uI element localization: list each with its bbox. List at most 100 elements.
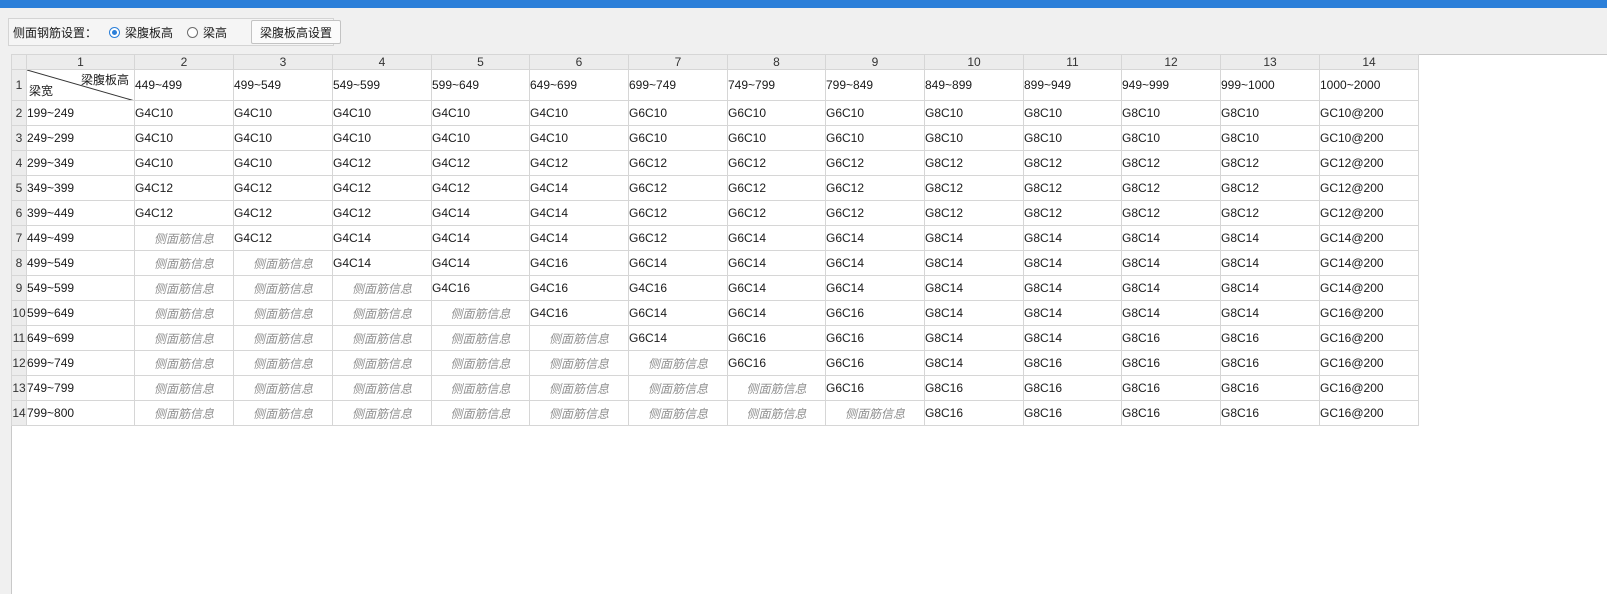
rebar-placeholder-cell[interactable]: 侧面筋信息 bbox=[233, 250, 333, 276]
rebar-spec-cell[interactable]: G6C14 bbox=[628, 250, 728, 276]
column-header[interactable]: 9 bbox=[825, 54, 925, 70]
rebar-spec-cell[interactable]: GC14@200 bbox=[1319, 225, 1419, 251]
rebar-spec-cell[interactable]: G8C14 bbox=[924, 325, 1024, 351]
rebar-placeholder-cell[interactable]: 侧面筋信息 bbox=[134, 225, 234, 251]
column-header[interactable]: 14 bbox=[1319, 54, 1419, 70]
rebar-spec-cell[interactable]: G8C10 bbox=[1023, 125, 1122, 151]
rebar-spec-cell[interactable]: G8C12 bbox=[1121, 200, 1221, 226]
height-range-cell[interactable]: 649~699 bbox=[529, 69, 629, 101]
row-header[interactable]: 9 bbox=[11, 275, 27, 301]
rebar-spec-cell[interactable]: GC12@200 bbox=[1319, 175, 1419, 201]
rebar-spec-cell[interactable]: G4C12 bbox=[233, 175, 333, 201]
rebar-spec-cell[interactable]: G6C12 bbox=[628, 225, 728, 251]
rebar-spec-cell[interactable]: G8C10 bbox=[924, 100, 1024, 126]
row-header[interactable]: 11 bbox=[11, 325, 27, 351]
rebar-spec-cell[interactable]: G6C10 bbox=[727, 125, 826, 151]
rebar-spec-cell[interactable]: G4C12 bbox=[529, 150, 629, 176]
rebar-spec-cell[interactable]: G4C10 bbox=[431, 125, 530, 151]
rebar-spec-cell[interactable]: G4C12 bbox=[431, 150, 530, 176]
height-range-cell[interactable]: 949~999 bbox=[1121, 69, 1221, 101]
width-range-cell[interactable]: 299~349 bbox=[26, 150, 135, 176]
rebar-placeholder-cell[interactable]: 侧面筋信息 bbox=[825, 400, 925, 426]
rebar-spec-cell[interactable]: G6C12 bbox=[727, 150, 826, 176]
rebar-spec-cell[interactable]: G6C14 bbox=[825, 275, 925, 301]
rebar-placeholder-cell[interactable]: 侧面筋信息 bbox=[233, 275, 333, 301]
rebar-spec-cell[interactable]: GC14@200 bbox=[1319, 275, 1419, 301]
width-range-cell[interactable]: 399~449 bbox=[26, 200, 135, 226]
rebar-spec-cell[interactable]: GC10@200 bbox=[1319, 125, 1419, 151]
height-range-cell[interactable]: 999~1000 bbox=[1220, 69, 1320, 101]
rebar-spec-cell[interactable]: G6C12 bbox=[825, 200, 925, 226]
column-header[interactable]: 8 bbox=[727, 54, 826, 70]
rebar-spec-cell[interactable]: GC10@200 bbox=[1319, 100, 1419, 126]
rebar-spec-cell[interactable]: GC16@200 bbox=[1319, 375, 1419, 401]
row-header[interactable]: 8 bbox=[11, 250, 27, 276]
rebar-spec-cell[interactable]: G4C14 bbox=[431, 250, 530, 276]
rebar-spec-cell[interactable]: G8C16 bbox=[1220, 325, 1320, 351]
row-header[interactable]: 3 bbox=[11, 125, 27, 151]
rebar-spec-cell[interactable]: G8C14 bbox=[1023, 300, 1122, 326]
rebar-spec-cell[interactable]: G4C12 bbox=[332, 150, 432, 176]
rebar-spec-cell[interactable]: G4C12 bbox=[431, 175, 530, 201]
row-header[interactable]: 7 bbox=[11, 225, 27, 251]
rebar-spec-cell[interactable]: G8C12 bbox=[924, 175, 1024, 201]
rebar-spec-cell[interactable]: G4C12 bbox=[134, 200, 234, 226]
rebar-spec-cell[interactable]: GC14@200 bbox=[1319, 250, 1419, 276]
rebar-spec-cell[interactable]: G6C12 bbox=[727, 200, 826, 226]
width-range-cell[interactable]: 699~749 bbox=[26, 350, 135, 376]
rebar-spec-cell[interactable]: G6C12 bbox=[825, 150, 925, 176]
rebar-spec-cell[interactable]: G8C12 bbox=[924, 150, 1024, 176]
rebar-placeholder-cell[interactable]: 侧面筋信息 bbox=[332, 350, 432, 376]
rebar-placeholder-cell[interactable]: 侧面筋信息 bbox=[332, 325, 432, 351]
row-header[interactable]: 1 bbox=[11, 69, 27, 101]
height-range-cell[interactable]: 1000~2000 bbox=[1319, 69, 1419, 101]
rebar-spec-cell[interactable]: G6C10 bbox=[825, 125, 925, 151]
rebar-placeholder-cell[interactable]: 侧面筋信息 bbox=[233, 375, 333, 401]
height-range-cell[interactable]: 499~549 bbox=[233, 69, 333, 101]
rebar-placeholder-cell[interactable]: 侧面筋信息 bbox=[727, 375, 826, 401]
rebar-spec-cell[interactable]: G8C14 bbox=[1121, 275, 1221, 301]
row-header[interactable]: 14 bbox=[11, 400, 27, 426]
rebar-spec-cell[interactable]: G4C16 bbox=[628, 275, 728, 301]
rebar-placeholder-cell[interactable]: 侧面筋信息 bbox=[628, 350, 728, 376]
rebar-spec-cell[interactable]: G8C14 bbox=[1023, 250, 1122, 276]
rebar-spec-cell[interactable]: G6C12 bbox=[727, 175, 826, 201]
rebar-spec-cell[interactable]: G4C10 bbox=[431, 100, 530, 126]
rebar-spec-cell[interactable]: G6C16 bbox=[825, 375, 925, 401]
rebar-spec-cell[interactable]: G4C10 bbox=[529, 125, 629, 151]
rebar-placeholder-cell[interactable]: 侧面筋信息 bbox=[233, 325, 333, 351]
rebar-placeholder-cell[interactable]: 侧面筋信息 bbox=[134, 275, 234, 301]
rebar-spec-cell[interactable]: G6C12 bbox=[628, 175, 728, 201]
rebar-spec-cell[interactable]: G4C14 bbox=[431, 200, 530, 226]
rebar-spec-cell[interactable]: G4C10 bbox=[332, 125, 432, 151]
height-range-cell[interactable]: 549~599 bbox=[332, 69, 432, 101]
rebar-spec-cell[interactable]: G6C14 bbox=[727, 300, 826, 326]
rebar-spec-cell[interactable]: G8C12 bbox=[1023, 150, 1122, 176]
rebar-spec-cell[interactable]: G4C16 bbox=[431, 275, 530, 301]
rebar-spec-cell[interactable]: GC16@200 bbox=[1319, 400, 1419, 426]
rebar-placeholder-cell[interactable]: 侧面筋信息 bbox=[332, 375, 432, 401]
rebar-placeholder-cell[interactable]: 侧面筋信息 bbox=[134, 400, 234, 426]
column-header[interactable]: 7 bbox=[628, 54, 728, 70]
rebar-spec-cell[interactable]: G8C10 bbox=[1023, 100, 1122, 126]
rebar-spec-cell[interactable]: G6C16 bbox=[825, 300, 925, 326]
rebar-spec-cell[interactable]: G8C14 bbox=[1121, 250, 1221, 276]
rebar-spec-cell[interactable]: G8C12 bbox=[1023, 175, 1122, 201]
rebar-spec-cell[interactable]: G8C14 bbox=[1220, 300, 1320, 326]
row-header[interactable]: 4 bbox=[11, 150, 27, 176]
rebar-spec-cell[interactable]: G8C10 bbox=[924, 125, 1024, 151]
width-range-cell[interactable]: 249~299 bbox=[26, 125, 135, 151]
rebar-spec-cell[interactable]: G4C10 bbox=[134, 125, 234, 151]
rebar-spec-cell[interactable]: G8C16 bbox=[1023, 350, 1122, 376]
row-header[interactable]: 13 bbox=[11, 375, 27, 401]
height-range-cell[interactable]: 749~799 bbox=[727, 69, 826, 101]
row-header[interactable]: 2 bbox=[11, 100, 27, 126]
row-header[interactable]: 10 bbox=[11, 300, 27, 326]
rebar-placeholder-cell[interactable]: 侧面筋信息 bbox=[134, 300, 234, 326]
height-range-cell[interactable]: 799~849 bbox=[825, 69, 925, 101]
rebar-spec-cell[interactable]: G8C14 bbox=[924, 350, 1024, 376]
rebar-placeholder-cell[interactable]: 侧面筋信息 bbox=[233, 400, 333, 426]
column-header[interactable]: 11 bbox=[1023, 54, 1122, 70]
rebar-spec-cell[interactable]: G8C14 bbox=[924, 250, 1024, 276]
rebar-spec-cell[interactable]: GC12@200 bbox=[1319, 150, 1419, 176]
